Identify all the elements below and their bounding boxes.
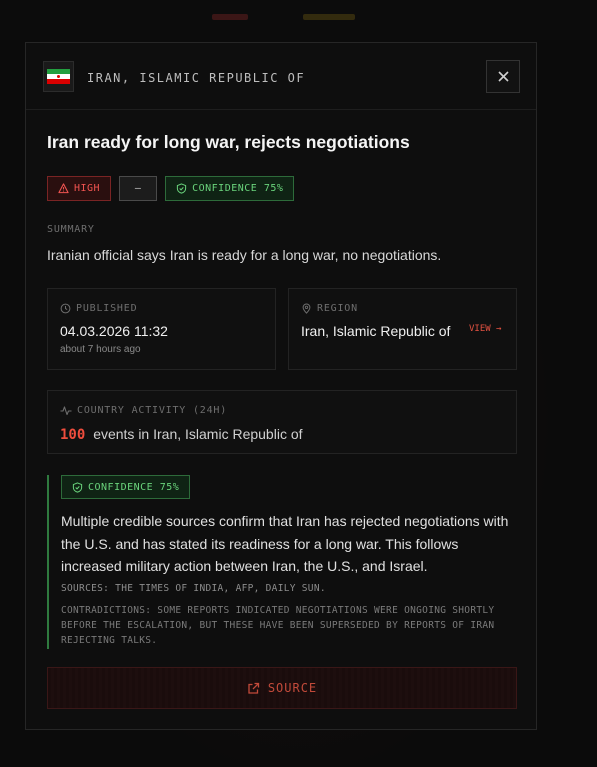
activity-summary: 100 events in Iran, Islamic Republic of <box>60 426 303 443</box>
summary-label: SUMMARY <box>47 224 95 235</box>
country-title: IRAN, ISLAMIC REPUBLIC OF <box>87 71 306 85</box>
published-datetime: 04.03.2026 11:32 <box>60 323 168 339</box>
event-detail-modal: IRAN, ISLAMIC REPUBLIC OF Iran ready for… <box>25 42 537 730</box>
confidence-badge: CONFIDENCE 75% <box>165 176 295 201</box>
shield-check-icon <box>72 481 83 493</box>
published-relative: about 7 hours ago <box>60 344 141 355</box>
iran-flag-icon <box>43 61 74 92</box>
analysis-contradictions: CONTRADICTIONS: SOME REPORTS INDICATED N… <box>61 605 495 646</box>
region-label: REGION <box>317 303 358 314</box>
warning-triangle-icon <box>58 183 69 194</box>
region-view-link[interactable]: VIEW → <box>469 324 502 334</box>
clock-icon <box>60 303 71 314</box>
severity-label: HIGH <box>74 183 101 194</box>
analysis-sources: SOURCES: THE TIMES OF INDIA, AFP, DAILY … <box>61 583 326 594</box>
activity-label-row: COUNTRY ACTIVITY (24H) <box>60 405 227 416</box>
summary-text: Iranian official says Iran is ready for … <box>47 247 442 263</box>
close-button[interactable] <box>486 60 520 93</box>
source-button[interactable]: SOURCE <box>47 667 517 709</box>
shield-check-icon <box>176 183 187 194</box>
region-label-row: REGION <box>301 303 358 314</box>
background-indicator <box>303 14 355 20</box>
severity-badge: HIGH <box>47 176 112 201</box>
close-icon <box>497 71 509 82</box>
external-link-icon <box>248 682 259 694</box>
published-label-row: PUBLISHED <box>60 303 137 314</box>
region-card: REGION Iran, Islamic Republic of VIEW → <box>288 288 517 370</box>
background-indicator <box>212 14 248 20</box>
analysis-confidence-badge: CONFIDENCE 75% <box>61 475 191 499</box>
secondary-badge: — <box>119 176 158 201</box>
activity-label: COUNTRY ACTIVITY (24H) <box>77 405 228 416</box>
source-button-label: SOURCE <box>267 681 318 695</box>
analysis-section: CONFIDENCE 75% Multiple credible sources… <box>47 475 517 649</box>
activity-text: events in Iran, Islamic Republic of <box>93 426 303 442</box>
badge-row: HIGH — CONFIDENCE 75% <box>47 176 295 201</box>
analysis-confidence-label: CONFIDENCE 75% <box>88 481 180 493</box>
event-headline: Iran ready for long war, rejects negotia… <box>47 132 410 152</box>
country-activity-card: COUNTRY ACTIVITY (24H) 100 events in Ira… <box>47 390 517 454</box>
confidence-label: CONFIDENCE 75% <box>192 183 284 194</box>
analysis-body: Multiple credible sources confirm that I… <box>61 513 509 574</box>
secondary-badge-label: — <box>134 183 142 194</box>
activity-pulse-icon <box>60 406 72 416</box>
background-header-strip <box>0 0 597 40</box>
published-card: PUBLISHED 04.03.2026 11:32 about 7 hours… <box>47 288 276 370</box>
modal-header: IRAN, ISLAMIC REPUBLIC OF <box>26 43 536 110</box>
activity-count: 100 <box>60 427 86 443</box>
map-pin-icon <box>302 303 311 314</box>
published-label: PUBLISHED <box>76 303 138 314</box>
region-value: Iran, Islamic Republic of <box>301 323 451 339</box>
